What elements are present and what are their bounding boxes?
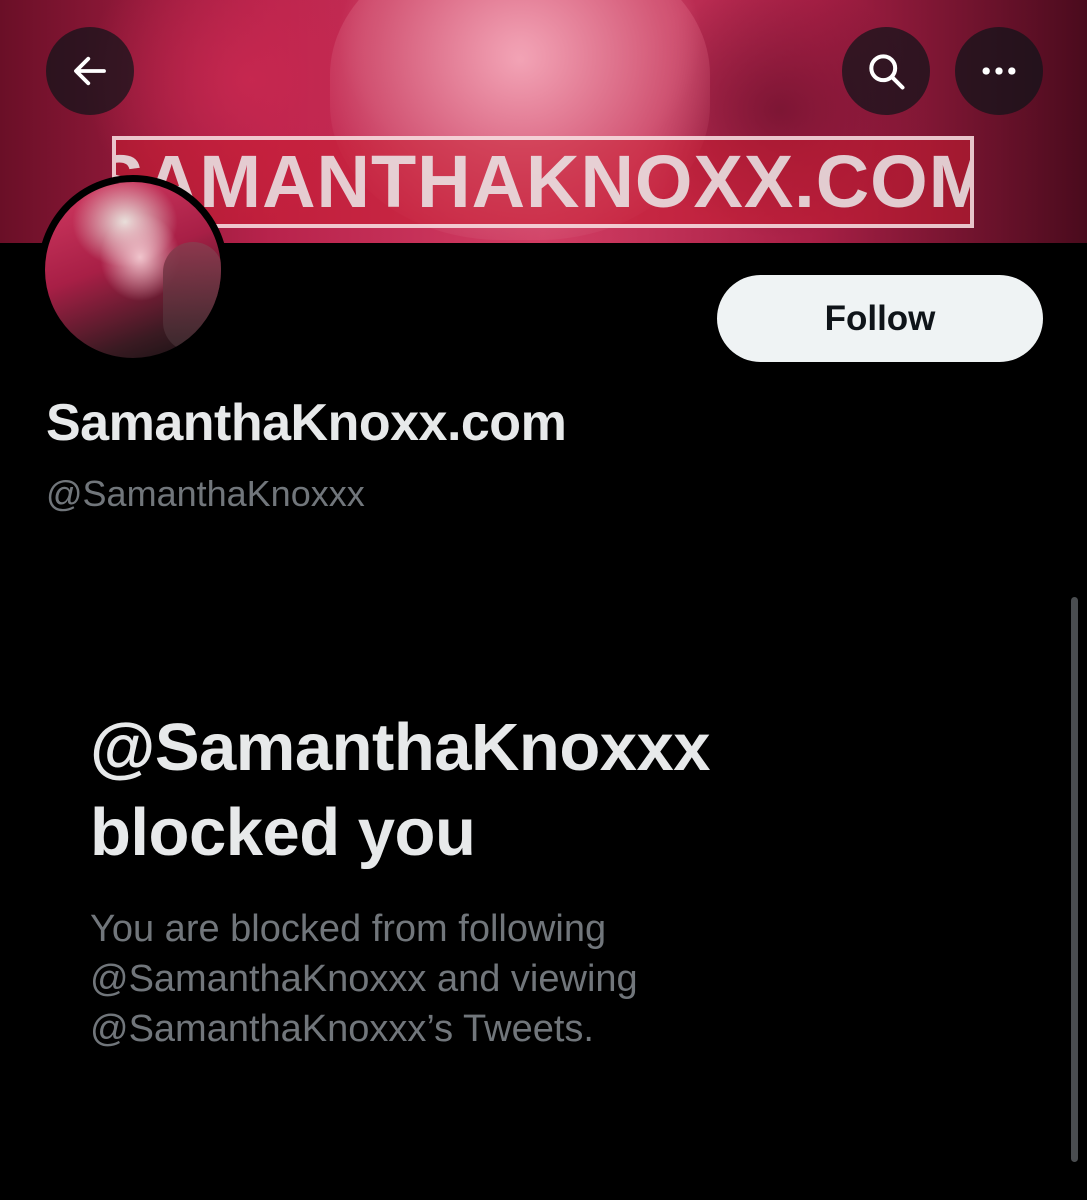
blocked-desc-line: @SamanthaKnoxxx and viewing — [90, 958, 638, 1000]
blocked-title-handle: @SamanthaKnoxxx — [90, 710, 711, 785]
search-icon — [869, 54, 905, 90]
more-button[interactable] — [955, 27, 1043, 115]
scrollbar[interactable] — [1071, 597, 1078, 1162]
blocked-desc-line: You are blocked from following — [90, 908, 607, 950]
search-button[interactable] — [842, 27, 930, 115]
blocked-desc-line: @SamanthaKnoxxx’s Tweets. — [90, 1008, 594, 1050]
user-handle: @SamanthaKnoxxx — [46, 473, 365, 514]
blocked-title-text: blocked you — [90, 795, 476, 870]
blocked-description: You are blocked from following @Samantha… — [90, 904, 990, 1054]
banner-watermark-text: SAMANTHAKNOXX.COM — [112, 140, 974, 223]
avatar-image — [45, 182, 221, 358]
display-name: SamanthaKnoxx.com — [46, 394, 567, 452]
arrow-left-icon — [74, 56, 106, 86]
banner-watermark: SAMANTHAKNOXX.COM — [112, 136, 974, 228]
back-button[interactable] — [46, 27, 134, 115]
blocked-title: @SamanthaKnoxxx blocked you — [90, 705, 990, 875]
avatar[interactable] — [38, 175, 228, 365]
follow-button[interactable]: Follow — [717, 275, 1043, 362]
more-horizontal-icon — [982, 67, 1016, 75]
